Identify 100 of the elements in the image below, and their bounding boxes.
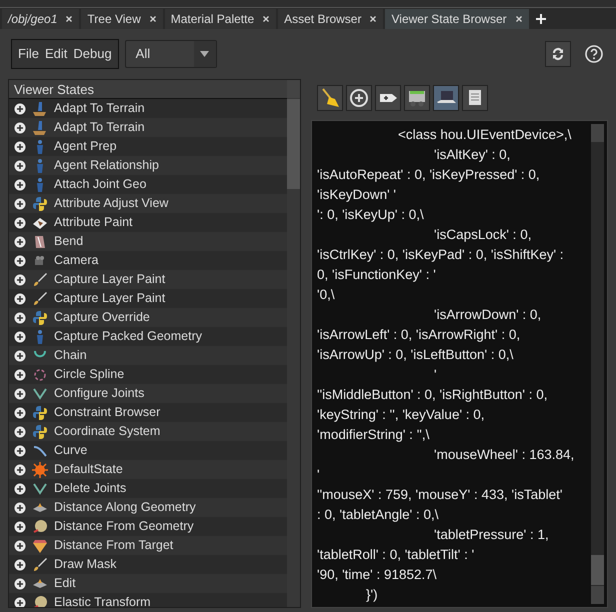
- close-icon[interactable]: [148, 15, 157, 23]
- close-icon[interactable]: [65, 15, 74, 23]
- scrollbar[interactable]: [591, 124, 604, 604]
- state-row[interactable]: Edit: [9, 574, 287, 593]
- state-label: Delete Joints: [54, 480, 126, 498]
- code-line: ''mouseX' : 759, 'mouseY' : 433, 'isTablet': [317, 487, 562, 502]
- expand-icon[interactable]: [14, 482, 26, 494]
- tab[interactable]: Viewer State Browser: [385, 9, 529, 29]
- expand-icon[interactable]: [14, 350, 26, 362]
- expand-icon[interactable]: [14, 178, 26, 190]
- help-icon[interactable]: [585, 45, 603, 63]
- close-icon[interactable]: [514, 15, 523, 23]
- expand-icon[interactable]: [14, 540, 26, 552]
- state-label: Camera: [54, 252, 98, 270]
- toolbar-button[interactable]: [462, 85, 488, 111]
- expand-icon[interactable]: [14, 122, 26, 134]
- state-row[interactable]: Capture Override: [9, 308, 287, 327]
- state-row[interactable]: Configure Joints: [9, 384, 287, 403]
- expand-icon[interactable]: [14, 330, 26, 342]
- state-label: Distance From Target: [54, 537, 174, 554]
- expand-icon[interactable]: [14, 198, 26, 210]
- state-row[interactable]: DefaultState: [9, 460, 287, 479]
- snake-icon: [32, 404, 48, 420]
- expand-icon[interactable]: [14, 102, 26, 114]
- toolbar-button[interactable]: [433, 85, 459, 111]
- menu-item[interactable]: File: [18, 44, 39, 64]
- joints-icon: [32, 386, 48, 402]
- state-label: Agent Prep: [54, 138, 117, 156]
- refresh-button[interactable]: [545, 41, 571, 67]
- state-label: Capture Override: [54, 309, 150, 326]
- code-line: 0, 'isFunctionKey' : ': [317, 267, 436, 282]
- expand-icon[interactable]: [14, 292, 26, 304]
- expand-icon[interactable]: [14, 160, 26, 172]
- expand-icon[interactable]: [14, 236, 26, 248]
- state-row[interactable]: Distance Along Geometry: [9, 498, 287, 517]
- expand-icon[interactable]: [14, 406, 26, 418]
- state-row[interactable]: Distance From Target: [9, 536, 287, 555]
- state-row[interactable]: Adapt To Terrain: [9, 118, 287, 137]
- code-line: 'isCapsLock' : 0,: [434, 227, 532, 242]
- toolbar-button[interactable]: [317, 85, 343, 111]
- expand-icon[interactable]: [14, 140, 26, 152]
- code-line: 'isKeyDown' ': [317, 187, 396, 202]
- expand-icon[interactable]: [14, 274, 26, 286]
- state-label: Attribute Paint: [54, 214, 133, 232]
- tab[interactable]: /obj/geo1: [2, 9, 80, 29]
- state-label: Adapt To Terrain: [54, 119, 145, 136]
- refresh-icon: [550, 46, 566, 62]
- toolbar-button[interactable]: [375, 85, 401, 111]
- expand-icon[interactable]: [14, 254, 26, 266]
- expand-icon[interactable]: [14, 426, 26, 438]
- code-line: ': 0, 'isKeyUp' : 0,\: [317, 207, 424, 222]
- code-line: 'isArrowUp' : 0, 'isLeftButton' : 0,\: [317, 347, 514, 362]
- expand-icon[interactable]: [14, 216, 26, 228]
- state-label: Capture Layer Paint: [54, 271, 166, 288]
- state-label: Agent Relationship: [54, 157, 159, 174]
- state-label: Draw Mask: [54, 556, 117, 574]
- tab-label: Material Palette: [170, 11, 254, 28]
- code-line: 'isAltKey' : 0,: [434, 147, 510, 162]
- state-row[interactable]: Attribute Adjust View: [9, 194, 287, 213]
- tab[interactable]: Material Palette: [164, 9, 276, 29]
- caret-icon: [200, 51, 210, 57]
- menu-item[interactable]: Edit: [44, 44, 68, 64]
- state-row[interactable]: Bend: [9, 232, 287, 251]
- state-row[interactable]: Chain: [9, 346, 287, 365]
- add-tab-icon[interactable]: [534, 13, 547, 25]
- expand-icon[interactable]: [14, 520, 26, 532]
- state-label: Adapt To Terrain: [54, 100, 145, 118]
- state-label: Constraint Browser: [54, 404, 160, 422]
- brush-icon: [32, 556, 48, 572]
- code-line: 'isAutoRepeat' : 0, 'isKeyPressed' : 0,: [317, 167, 540, 182]
- state-row[interactable]: Agent Relationship: [9, 156, 287, 175]
- column-header: Viewer States: [9, 80, 287, 99]
- state-label: Distance Along Geometry: [54, 499, 196, 516]
- code-line: 'modifierString' : '',\: [317, 427, 430, 442]
- toolbar-button[interactable]: [404, 85, 430, 111]
- expand-icon[interactable]: [14, 388, 26, 400]
- tab[interactable]: Tree View: [81, 9, 163, 29]
- expand-icon[interactable]: [14, 368, 26, 380]
- toolbar-button[interactable]: [346, 85, 372, 111]
- expand-icon[interactable]: [14, 596, 26, 607]
- state-label: Attach Joint Geo: [54, 176, 146, 194]
- expand-icon[interactable]: [14, 464, 26, 476]
- expand-icon[interactable]: [14, 558, 26, 570]
- close-icon[interactable]: [262, 15, 270, 23]
- expand-icon[interactable]: [14, 444, 26, 456]
- state-label: Edit: [54, 575, 76, 592]
- splat-icon: [32, 462, 48, 478]
- tab[interactable]: Asset Browser: [278, 9, 384, 29]
- scrollbar[interactable]: [287, 80, 300, 607]
- menu-item[interactable]: Debug: [73, 44, 112, 64]
- expand-icon[interactable]: [14, 502, 26, 514]
- state-row[interactable]: Coordinate System: [9, 422, 287, 441]
- state-label: DefaultState: [54, 461, 123, 478]
- filter-dropdown[interactable]: All: [124, 40, 217, 68]
- code-line: 'isArrowLeft' : 0, 'isArrowRight' : 0,: [317, 327, 520, 342]
- sphere-icon: [32, 518, 48, 534]
- close-icon[interactable]: [369, 15, 378, 23]
- expand-icon[interactable]: [14, 578, 26, 590]
- state-row[interactable]: Capture Layer Paint: [9, 270, 287, 289]
- expand-icon[interactable]: [14, 312, 26, 324]
